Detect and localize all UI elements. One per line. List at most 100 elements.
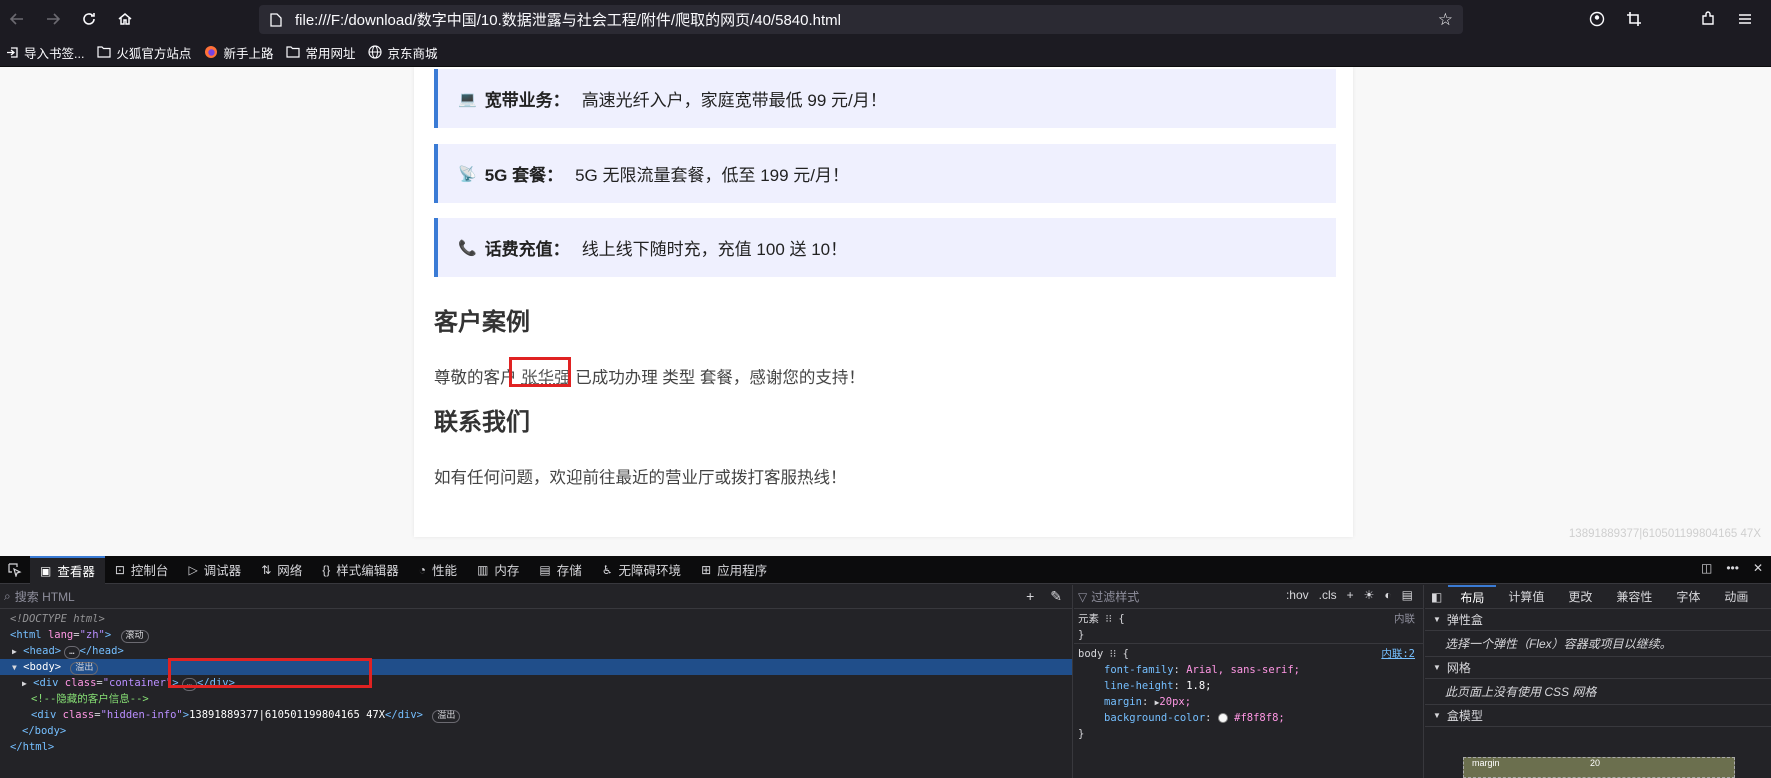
page-container: 💻 宽带业务： 高速光纤入户，家庭宽带最低 99 元/月！ 📡 5G 套餐： 5…	[414, 67, 1353, 537]
tab-accessibility[interactable]: ♿ 无障碍环境	[592, 556, 691, 584]
console-icon: ⊡	[114, 562, 125, 577]
overflow-badge[interactable]: 溢出	[432, 710, 461, 723]
add-node-icon[interactable]: +	[1026, 588, 1034, 605]
doctype-line[interactable]: <!DOCTYPE html>	[0, 611, 1072, 627]
sidebar-toggle-icon[interactable]: ◧	[1425, 590, 1448, 604]
margin-top-value[interactable]: 20	[1590, 758, 1600, 768]
tab-debugger[interactable]: ▷ 调试器	[178, 556, 251, 584]
home-icon[interactable]	[110, 4, 140, 34]
expand-triangle-icon[interactable]: ▶	[22, 679, 27, 688]
page-viewport: 💻 宽带业务： 高速光纤入户，家庭宽带最低 99 元/月！ 📡 5G 套餐： 5…	[0, 67, 1771, 556]
rule-source-link[interactable]: 内联:2	[1381, 646, 1415, 662]
computer-icon: 💻	[458, 90, 477, 108]
devtools-panel: ▣ 查看器 ⊡ 控制台 ▷ 调试器 ⇅ 网络 {} 样式编辑器 ◔ 性能 ▥ 内存 ▤ 存储 ♿…	[0, 555, 1771, 778]
tab-network[interactable]: ⇅ 网络	[251, 556, 312, 584]
highlight-box-name	[509, 357, 571, 387]
bookmark-label: 京东商城	[387, 46, 438, 61]
tab-fonts[interactable]: 字体	[1664, 585, 1712, 609]
cls-toggle[interactable]: .cls	[1319, 588, 1337, 602]
box-model-section-header[interactable]: ▼ 盒模型	[1425, 705, 1771, 727]
eyedropper-icon[interactable]: ✎	[1050, 588, 1062, 605]
tab-changes[interactable]: 更改	[1556, 585, 1604, 609]
container-div-line[interactable]: ▶ <div class="container">… </div>	[0, 675, 1072, 691]
body-close-line[interactable]: </body>	[0, 723, 1072, 739]
tab-storage[interactable]: ▤ 存储	[529, 556, 591, 584]
styles-filter-input[interactable]: 过滤样式	[1091, 588, 1139, 605]
extensions-icon[interactable]	[1691, 4, 1724, 34]
collapsed-ellipsis[interactable]: …	[64, 646, 80, 659]
layout-tabs: ◧ 布局 计算值 更改 兼容性 字体 动画	[1425, 584, 1771, 609]
accessibility-icon: ♿	[601, 562, 613, 577]
tab-application[interactable]: ⊞ 应用程序	[691, 556, 777, 584]
hidden-info-div-line[interactable]: <div class="hidden-info">13891889377|610…	[0, 707, 1072, 723]
tab-computed[interactable]: 计算值	[1496, 585, 1556, 609]
html-search-input[interactable]: 搜索 HTML	[15, 588, 75, 605]
toolbar-right	[1580, 4, 1761, 34]
service-card-broadband: 💻 宽带业务： 高速光纤入户，家庭宽带最低 99 元/月！	[434, 69, 1336, 128]
case-prefix: 尊敬的客户	[434, 369, 517, 387]
hov-toggle[interactable]: :hov	[1286, 588, 1309, 602]
more-options-icon[interactable]: •••	[1726, 561, 1739, 575]
storage-icon: ▤	[539, 562, 551, 577]
css-prop-font-family[interactable]: font-family: Arial, sans-serif;	[1078, 662, 1423, 678]
body-line-selected[interactable]: ▼ <body> 溢出	[0, 659, 1072, 675]
tab-performance[interactable]: ◔ 性能	[409, 556, 467, 584]
collapse-triangle-icon: ▼	[1433, 615, 1441, 624]
light-theme-icon[interactable]: ☀	[1364, 588, 1375, 602]
element-picker-icon[interactable]	[0, 556, 30, 584]
bookmark-star-icon[interactable]: ☆	[1438, 10, 1453, 30]
add-rule-icon[interactable]: +	[1347, 588, 1354, 602]
color-swatch[interactable]	[1217, 713, 1228, 723]
rule-close: }	[1078, 629, 1085, 641]
comment-line[interactable]: <!--隐藏的客户信息-->	[0, 691, 1072, 707]
tab-layout[interactable]: 布局	[1448, 584, 1497, 609]
contact-paragraph: 如有任何问题，欢迎前往最近的营业厅或拨打客服热线！	[434, 469, 847, 487]
tab-compatibility[interactable]: 兼容性	[1604, 585, 1664, 609]
expand-triangle-icon[interactable]: ▶	[12, 647, 17, 656]
bookmark-firefox-site[interactable]: 火狐官方站点	[97, 43, 191, 62]
account-icon[interactable]	[1580, 4, 1613, 34]
forward-arrow-icon[interactable]	[38, 4, 68, 34]
css-prop-background-color[interactable]: background-color: #f8f8f8;	[1078, 710, 1423, 726]
memory-chip-icon: ▥	[477, 562, 489, 577]
case-suffix: 已成功办理 类型 套餐，感谢您的支持！	[575, 369, 865, 387]
tab-console[interactable]: ⊡ 控制台	[105, 556, 179, 584]
service-card-recharge: 📞 话费充值： 线上线下随时充，充值 100 送 10！	[434, 218, 1336, 277]
css-prop-margin[interactable]: margin: ▶20px;	[1078, 694, 1423, 710]
reload-icon[interactable]	[74, 4, 104, 34]
body-rule-header: body ⁝⁝ { 内联:2	[1078, 646, 1415, 662]
bookmark-jd[interactable]: 京东商城	[368, 43, 437, 62]
element-rule-header: 元素 ⁝⁝ { 内联	[1078, 613, 1415, 625]
flexbox-section-header[interactable]: ▼ 弹性盒	[1425, 609, 1771, 631]
bookmark-common-sites[interactable]: 常用网址	[286, 43, 355, 62]
rule-close: }	[1078, 728, 1085, 740]
tab-memory[interactable]: ▥ 内存	[467, 556, 529, 584]
markup-tools: + ✎	[1026, 588, 1062, 605]
tab-inspector[interactable]: ▣ 查看器	[30, 555, 105, 584]
print-media-icon[interactable]: ▤	[1402, 588, 1413, 602]
bookmark-import[interactable]: 导入书签...	[6, 43, 84, 62]
phone-icon: 📞	[458, 239, 477, 257]
tab-animations[interactable]: 动画	[1712, 585, 1760, 609]
overflow-badge[interactable]: 溢出	[70, 662, 99, 675]
grid-section-header[interactable]: ▼ 网格	[1425, 657, 1771, 679]
close-icon[interactable]: ✕	[1753, 561, 1763, 575]
url-bar[interactable]: file:///F:/download/数字中国/10.数据泄露与社会工程/附件…	[259, 5, 1463, 34]
back-arrow-icon[interactable]	[2, 4, 32, 34]
case-paragraph: 尊敬的客户 张华强 已成功办理 类型 套餐，感谢您的支持！	[434, 364, 865, 388]
html-line[interactable]: <html lang="zh"> 滚动	[0, 627, 1072, 643]
bookmark-getting-started[interactable]: 新手上路	[204, 43, 273, 62]
rules-tools: :hov .cls + ☀ ◐ ▤	[1286, 588, 1413, 602]
menu-icon[interactable]	[1728, 4, 1761, 34]
head-line[interactable]: ▶ <head>… </head>	[0, 643, 1072, 659]
hidden-info-text: 13891889377|610501199804165 47X	[1568, 528, 1761, 540]
screenshot-crop-icon[interactable]	[1617, 4, 1650, 34]
tab-style-editor[interactable]: {} 样式编辑器	[312, 556, 409, 584]
scroll-badge[interactable]: 滚动	[120, 630, 149, 643]
dock-icon[interactable]: ◫	[1701, 561, 1712, 575]
collapse-triangle-icon[interactable]: ▼	[12, 663, 17, 672]
html-close-line[interactable]: </html>	[0, 739, 1072, 755]
dark-theme-icon[interactable]: ◐	[1384, 588, 1391, 602]
gauge-icon: ◔	[418, 562, 427, 577]
css-prop-line-height[interactable]: line-height: 1.8;	[1078, 678, 1423, 694]
